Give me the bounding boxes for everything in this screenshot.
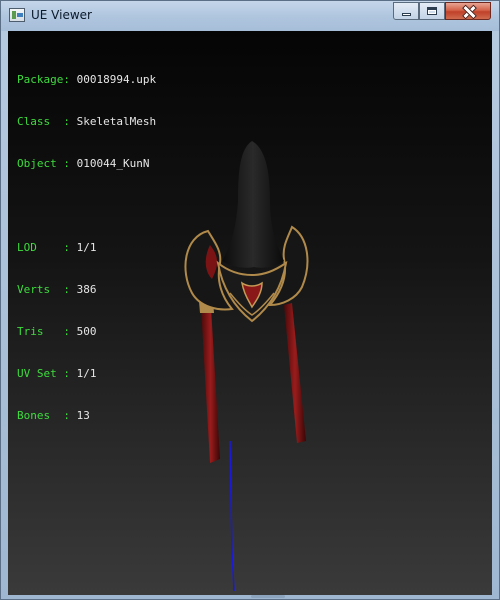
skeletal-mesh-render[interactable] [8, 31, 492, 595]
maximize-button[interactable] [419, 2, 445, 20]
app-window: UE Viewer Package: 00018994.upk Class : … [0, 0, 500, 600]
left-ribbon [201, 307, 220, 463]
resize-grip[interactable] [251, 595, 285, 598]
maximize-icon [427, 7, 437, 15]
close-button[interactable] [445, 2, 491, 20]
central-blade [222, 141, 284, 268]
window-title: UE Viewer [31, 8, 92, 22]
3d-viewport[interactable]: Package: 00018994.upk Class : SkeletalMe… [8, 31, 492, 595]
minimize-icon [401, 12, 411, 16]
axis-line [229, 440, 235, 592]
close-icon [461, 4, 475, 18]
app-icon[interactable] [9, 8, 25, 22]
right-ribbon [284, 303, 306, 443]
minimize-button[interactable] [393, 2, 419, 20]
title-bar[interactable]: UE Viewer [1, 1, 499, 31]
